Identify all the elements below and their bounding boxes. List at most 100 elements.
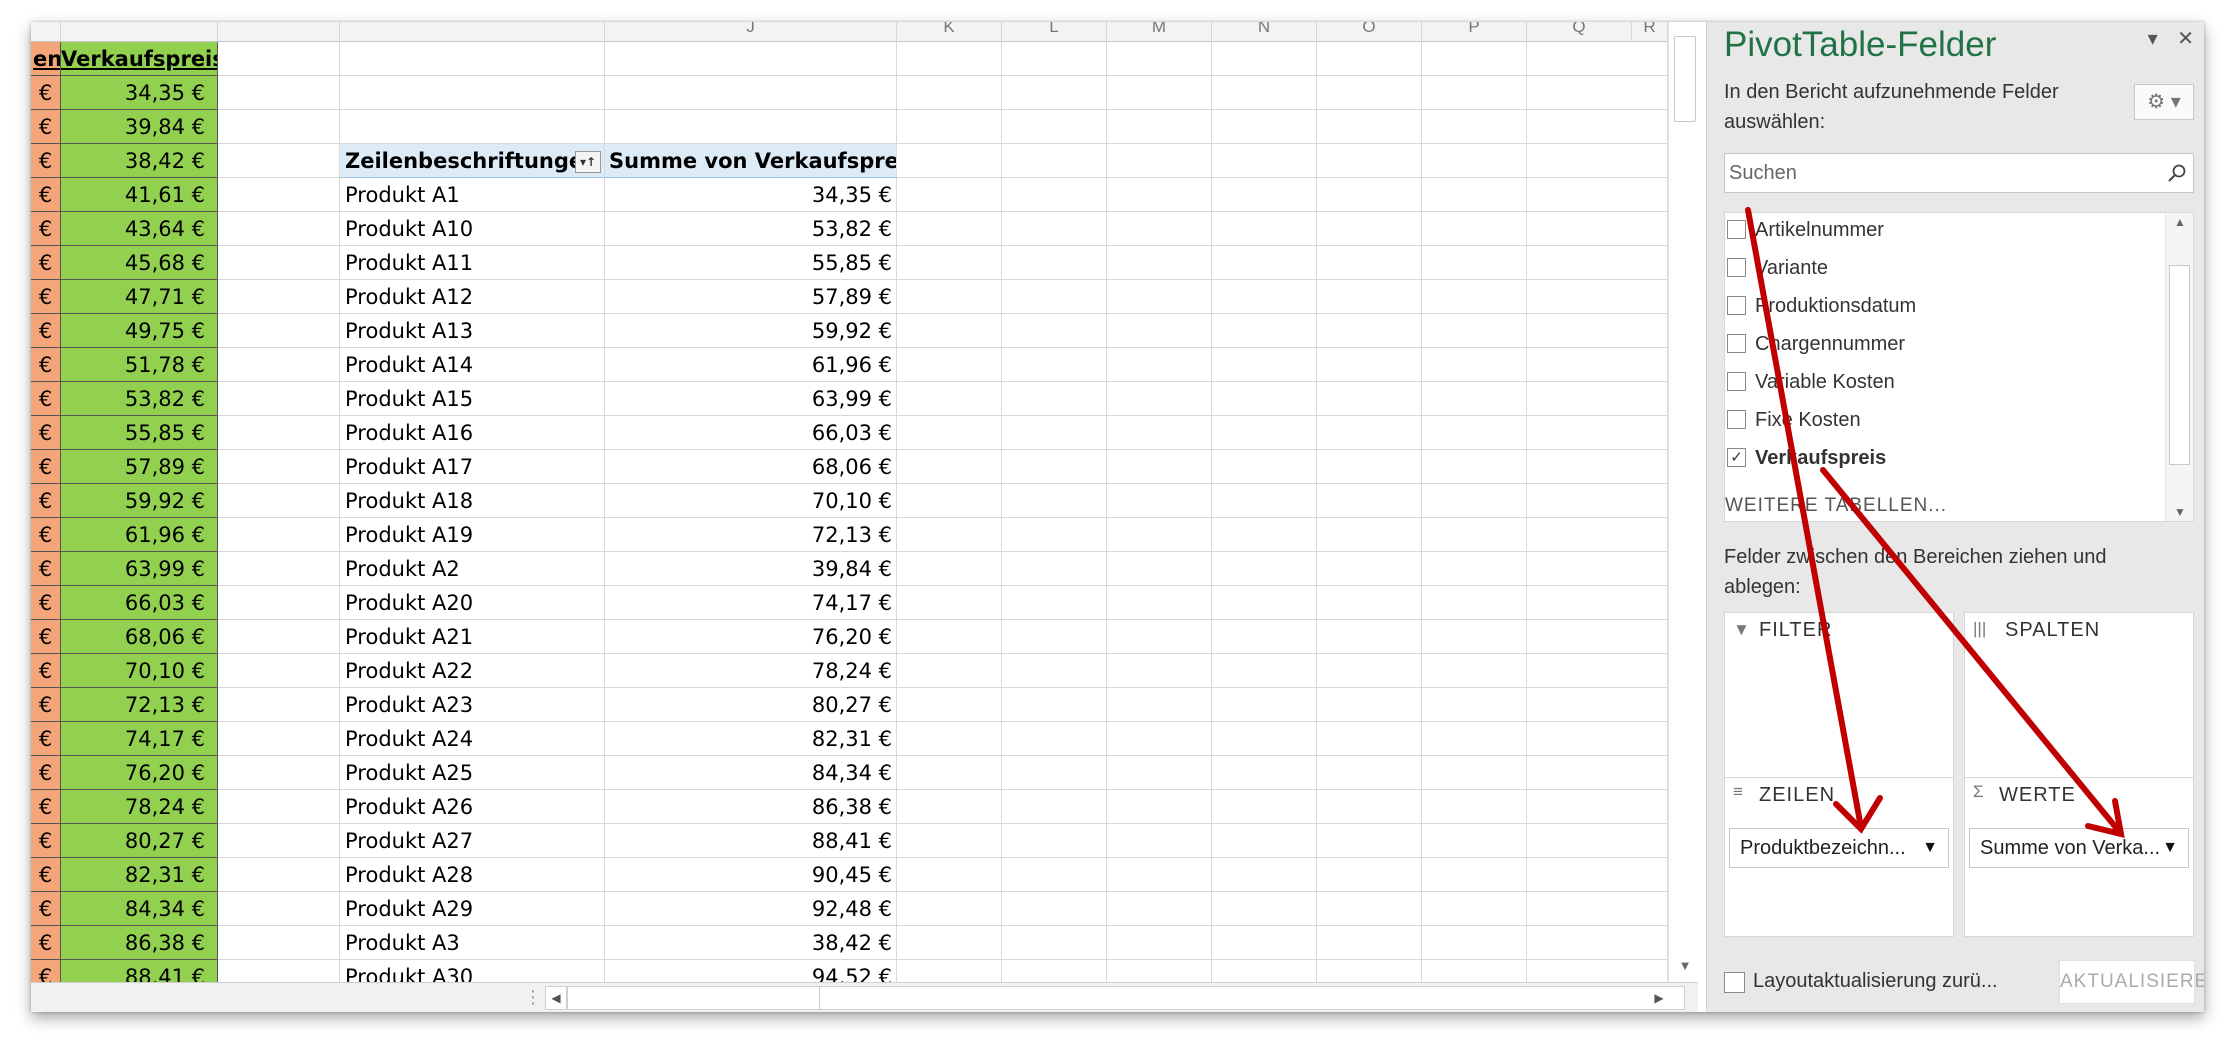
empty-cell[interactable] — [1317, 586, 1422, 620]
empty-cell[interactable] — [1317, 76, 1422, 110]
empty-cell[interactable] — [1002, 178, 1107, 212]
column-header[interactable]: Q — [1527, 22, 1632, 42]
empty-cell[interactable] — [1317, 688, 1422, 722]
currency-cell[interactable]: € — [31, 960, 61, 982]
empty-cell[interactable] — [218, 314, 340, 348]
empty-cell[interactable] — [1002, 144, 1107, 178]
currency-cell[interactable]: € — [31, 178, 61, 212]
price-cell[interactable]: 86,38 € — [61, 926, 218, 960]
empty-cell[interactable] — [218, 144, 340, 178]
pivot-row-label[interactable]: Produkt A17 — [340, 450, 605, 484]
empty-cell[interactable] — [897, 960, 1002, 982]
empty-cell[interactable] — [1212, 688, 1317, 722]
price-cell[interactable]: 80,27 € — [61, 824, 218, 858]
empty-cell[interactable] — [1422, 824, 1527, 858]
pivot-row-value[interactable]: 53,82 € — [605, 212, 897, 246]
empty-cell[interactable] — [1212, 586, 1317, 620]
currency-cell[interactable]: € — [31, 552, 61, 586]
empty-cell[interactable] — [897, 212, 1002, 246]
empty-cell[interactable] — [897, 654, 1002, 688]
currency-cell[interactable]: € — [31, 688, 61, 722]
price-cell[interactable]: 82,31 € — [61, 858, 218, 892]
filter-sort-icon[interactable]: ▾↑ — [575, 151, 601, 173]
field-checkbox[interactable] — [1727, 372, 1746, 391]
empty-cell[interactable] — [1317, 620, 1422, 654]
vertical-scrollbar[interactable]: ▼ — [1668, 22, 1698, 982]
empty-cell[interactable] — [605, 110, 897, 144]
pivot-row-label[interactable]: Produkt A24 — [340, 722, 605, 756]
empty-cell[interactable] — [218, 722, 340, 756]
field-checkbox[interactable] — [1727, 410, 1746, 429]
vertical-scroll-thumb[interactable] — [1674, 36, 1696, 122]
empty-cell[interactable] — [1422, 144, 1527, 178]
empty-cell[interactable] — [218, 484, 340, 518]
empty-cell[interactable] — [1317, 110, 1422, 144]
empty-cell[interactable] — [1212, 76, 1317, 110]
empty-cell[interactable] — [1527, 552, 1668, 586]
column-header[interactable]: N — [1212, 22, 1317, 42]
empty-cell[interactable] — [340, 42, 605, 76]
empty-cell[interactable] — [1527, 246, 1668, 280]
empty-cell[interactable] — [1212, 654, 1317, 688]
scroll-right-arrow-icon[interactable]: ▶ — [1648, 986, 1670, 1010]
pivot-row-value[interactable]: 68,06 € — [605, 450, 897, 484]
empty-cell[interactable] — [1422, 790, 1527, 824]
field-checkbox[interactable] — [1727, 334, 1746, 353]
empty-cell[interactable] — [1002, 382, 1107, 416]
price-cell[interactable]: 38,42 € — [61, 144, 218, 178]
pivot-row-label[interactable]: Produkt A20 — [340, 586, 605, 620]
empty-cell[interactable] — [1002, 42, 1107, 76]
empty-cell[interactable] — [1422, 960, 1527, 982]
empty-cell[interactable] — [1527, 144, 1668, 178]
currency-cell[interactable]: € — [31, 824, 61, 858]
price-cell[interactable]: 57,89 € — [61, 450, 218, 484]
field-checkbox[interactable] — [1727, 220, 1746, 239]
pivot-row-value[interactable]: 63,99 € — [605, 382, 897, 416]
pivot-row-label[interactable]: Produkt A2 — [340, 552, 605, 586]
currency-cell[interactable]: € — [31, 654, 61, 688]
pivot-row-label[interactable]: Produkt A26 — [340, 790, 605, 824]
empty-cell[interactable] — [1422, 552, 1527, 586]
empty-cell[interactable] — [1317, 892, 1422, 926]
pivot-row-label[interactable]: Produkt A30 — [340, 960, 605, 982]
empty-cell[interactable] — [1212, 722, 1317, 756]
splitter-handle-icon[interactable]: ⋮ — [524, 987, 542, 1007]
empty-cell[interactable] — [1422, 314, 1527, 348]
empty-cell[interactable] — [1002, 416, 1107, 450]
empty-cell[interactable] — [1002, 586, 1107, 620]
empty-cell[interactable] — [1107, 382, 1212, 416]
empty-cell[interactable] — [897, 246, 1002, 280]
field-list-scroll-thumb[interactable] — [2169, 265, 2190, 465]
price-cell[interactable]: 43,64 € — [61, 212, 218, 246]
price-cell[interactable]: 49,75 € — [61, 314, 218, 348]
currency-cell[interactable]: € — [31, 76, 61, 110]
empty-cell[interactable] — [1527, 586, 1668, 620]
empty-cell[interactable] — [897, 620, 1002, 654]
empty-cell[interactable] — [1107, 620, 1212, 654]
empty-cell[interactable] — [1527, 824, 1668, 858]
price-cell[interactable]: 51,78 € — [61, 348, 218, 382]
empty-cell[interactable] — [1422, 110, 1527, 144]
currency-cell[interactable]: € — [31, 790, 61, 824]
price-cell[interactable]: 70,10 € — [61, 654, 218, 688]
price-header-cell[interactable]: Verkaufspreis — [61, 42, 218, 76]
empty-cell[interactable] — [218, 246, 340, 280]
empty-cell[interactable] — [1317, 654, 1422, 688]
price-cell[interactable]: 53,82 € — [61, 382, 218, 416]
column-header[interactable]: P — [1422, 22, 1527, 42]
empty-cell[interactable] — [1422, 212, 1527, 246]
field-item[interactable]: Artikelnummer — [1725, 215, 1884, 245]
search-icon[interactable] — [2167, 163, 2187, 183]
pivot-row-label[interactable]: Produkt A10 — [340, 212, 605, 246]
empty-cell[interactable] — [1002, 824, 1107, 858]
empty-cell[interactable] — [1002, 314, 1107, 348]
empty-cell[interactable] — [1422, 518, 1527, 552]
empty-cell[interactable] — [897, 110, 1002, 144]
horizontal-scroll-thumb[interactable] — [568, 987, 820, 1009]
empty-cell[interactable] — [1212, 280, 1317, 314]
column-header[interactable]: L — [1002, 22, 1107, 42]
empty-cell[interactable] — [1107, 42, 1212, 76]
pivot-row-label-header[interactable]: Zeilenbeschriftungen ▾↑ — [340, 144, 605, 178]
pivot-value-header[interactable]: Summe von Verkaufspreis — [605, 144, 897, 178]
empty-cell[interactable] — [897, 892, 1002, 926]
